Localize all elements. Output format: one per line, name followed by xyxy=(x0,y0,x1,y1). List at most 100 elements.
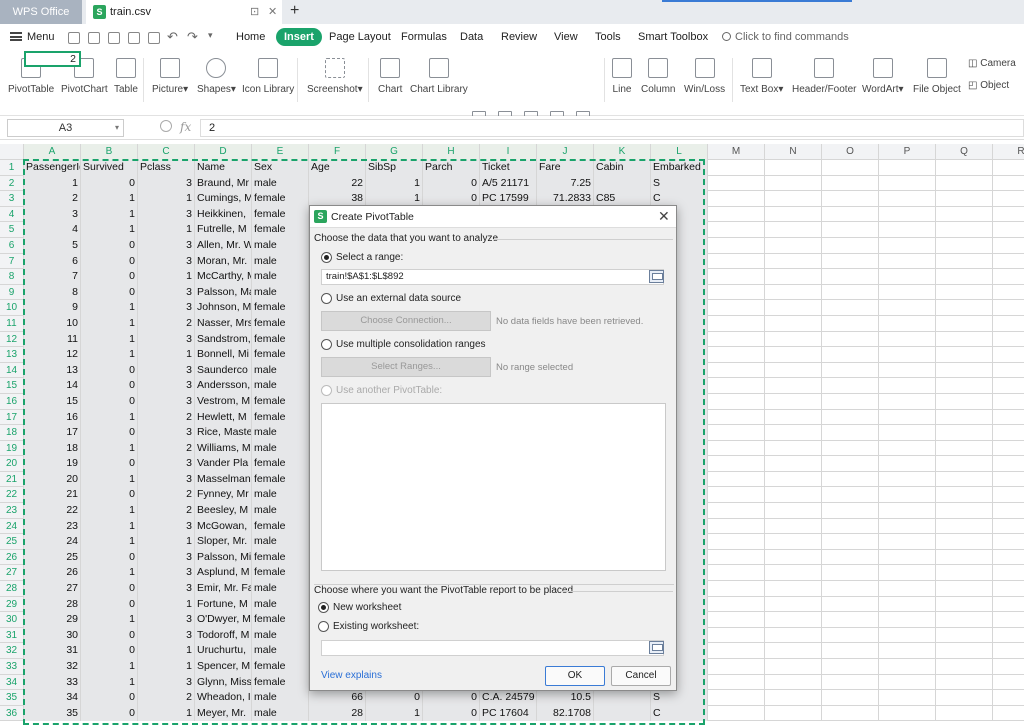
cell[interactable]: 1 xyxy=(138,659,195,675)
cell[interactable] xyxy=(993,472,1024,488)
cell[interactable]: 33 xyxy=(24,674,81,691)
cell[interactable] xyxy=(993,410,1024,426)
column-header-p[interactable]: P xyxy=(879,144,936,160)
row-header[interactable]: 14 xyxy=(0,362,24,379)
print-preview-icon[interactable] xyxy=(148,32,160,44)
cell[interactable] xyxy=(822,409,879,426)
cell[interactable] xyxy=(708,518,765,535)
cell[interactable]: 1 xyxy=(138,643,195,659)
row-header[interactable]: 36 xyxy=(0,705,24,722)
cell[interactable] xyxy=(708,659,765,675)
cell[interactable]: Glynn, Miss xyxy=(195,674,252,691)
cell[interactable]: 0 xyxy=(81,393,138,410)
column-header-o[interactable]: O xyxy=(822,144,879,160)
cell[interactable]: 0 xyxy=(423,705,480,722)
row-header[interactable]: 25 xyxy=(0,534,24,550)
cell[interactable] xyxy=(993,456,1024,472)
cell[interactable] xyxy=(765,565,822,582)
cell[interactable] xyxy=(936,659,993,675)
cell[interactable] xyxy=(879,269,936,285)
cell[interactable]: Emir, Mr. Fa xyxy=(195,581,252,597)
row-header[interactable]: 34 xyxy=(0,674,24,691)
column-header-l[interactable]: L xyxy=(651,144,708,160)
cell[interactable] xyxy=(879,549,936,566)
icon-library-button[interactable]: Icon Library xyxy=(242,56,294,95)
cell[interactable] xyxy=(936,440,993,457)
cell[interactable]: 20 xyxy=(24,471,81,488)
cell[interactable]: 3 xyxy=(138,253,195,270)
cell[interactable] xyxy=(708,627,765,644)
row-header[interactable]: 7 xyxy=(0,253,24,270)
cell[interactable]: O'Dwyer, M xyxy=(195,612,252,628)
cell[interactable]: 0 xyxy=(81,253,138,270)
cell[interactable] xyxy=(822,596,879,613)
cell[interactable]: 28 xyxy=(24,596,81,613)
cell[interactable] xyxy=(708,440,765,457)
cell[interactable] xyxy=(822,705,879,722)
cell[interactable] xyxy=(822,456,879,472)
cell[interactable] xyxy=(822,315,879,332)
cell[interactable] xyxy=(765,518,822,535)
cell[interactable] xyxy=(708,596,765,613)
row-header[interactable]: 26 xyxy=(0,549,24,566)
cell[interactable] xyxy=(936,612,993,628)
cell[interactable] xyxy=(765,300,822,316)
cell[interactable]: 23 xyxy=(24,518,81,535)
cell[interactable] xyxy=(993,628,1024,644)
cell[interactable]: 1 xyxy=(138,269,195,285)
cell[interactable] xyxy=(936,315,993,332)
cell[interactable]: 22 xyxy=(309,175,366,192)
cell[interactable]: 0 xyxy=(81,705,138,722)
zoom-icon[interactable] xyxy=(160,120,172,132)
cell[interactable]: Johnson, M xyxy=(195,300,252,316)
cell[interactable]: Braund, Mr xyxy=(195,175,252,192)
cell[interactable]: 31 xyxy=(24,643,81,659)
cell[interactable] xyxy=(936,222,993,238)
cell[interactable] xyxy=(879,206,936,223)
function-fx-icon[interactable]: fx xyxy=(180,120,191,134)
text-box-button[interactable]: Text Box▾ xyxy=(740,56,783,95)
cell[interactable] xyxy=(708,393,765,410)
cell[interactable]: Sloper, Mr. xyxy=(195,534,252,550)
select-all-corner[interactable] xyxy=(0,144,24,160)
location-input[interactable] xyxy=(321,640,664,656)
cell[interactable]: Embarked xyxy=(651,160,708,176)
cell[interactable] xyxy=(993,160,1024,176)
cell[interactable] xyxy=(822,440,879,457)
cell[interactable]: 1 xyxy=(81,440,138,457)
cell[interactable] xyxy=(594,705,651,722)
cell[interactable]: 2 xyxy=(138,503,195,519)
cell[interactable] xyxy=(936,362,993,379)
row-header[interactable]: 22 xyxy=(0,487,24,504)
redo-icon[interactable]: ↷ xyxy=(187,29,198,45)
cell[interactable] xyxy=(765,456,822,472)
cell[interactable] xyxy=(822,253,879,270)
cell[interactable]: 24 xyxy=(24,534,81,550)
column-header-q[interactable]: Q xyxy=(936,144,993,160)
column-header-m[interactable]: M xyxy=(708,144,765,160)
cell[interactable] xyxy=(708,315,765,332)
cell[interactable]: 10.5 xyxy=(537,690,594,706)
column-header-h[interactable]: H xyxy=(423,144,480,160)
cell[interactable]: 3 xyxy=(138,378,195,394)
cell[interactable]: male xyxy=(252,425,309,441)
choose-connection-button[interactable]: Choose Connection... xyxy=(321,311,491,331)
tab-view[interactable]: View xyxy=(554,31,578,43)
save-icon[interactable] xyxy=(88,32,100,44)
cell[interactable]: 3 xyxy=(138,612,195,628)
cell[interactable]: male xyxy=(252,596,309,613)
cell[interactable]: male xyxy=(252,269,309,285)
cell[interactable] xyxy=(822,362,879,379)
cell[interactable] xyxy=(879,347,936,363)
row-header[interactable]: 21 xyxy=(0,471,24,488)
cell[interactable] xyxy=(765,596,822,613)
cell[interactable]: Meyer, Mr. xyxy=(195,705,252,722)
cell[interactable]: 0 xyxy=(81,378,138,394)
cell[interactable]: 3 xyxy=(138,284,195,301)
cell[interactable]: Wheadon, I xyxy=(195,690,252,706)
cell[interactable]: 2 xyxy=(24,191,81,207)
cell[interactable]: Nasser, Mrs xyxy=(195,315,252,332)
cell[interactable]: 3 xyxy=(138,425,195,441)
cell[interactable]: 1 xyxy=(81,565,138,582)
row-header[interactable]: 33 xyxy=(0,659,24,675)
